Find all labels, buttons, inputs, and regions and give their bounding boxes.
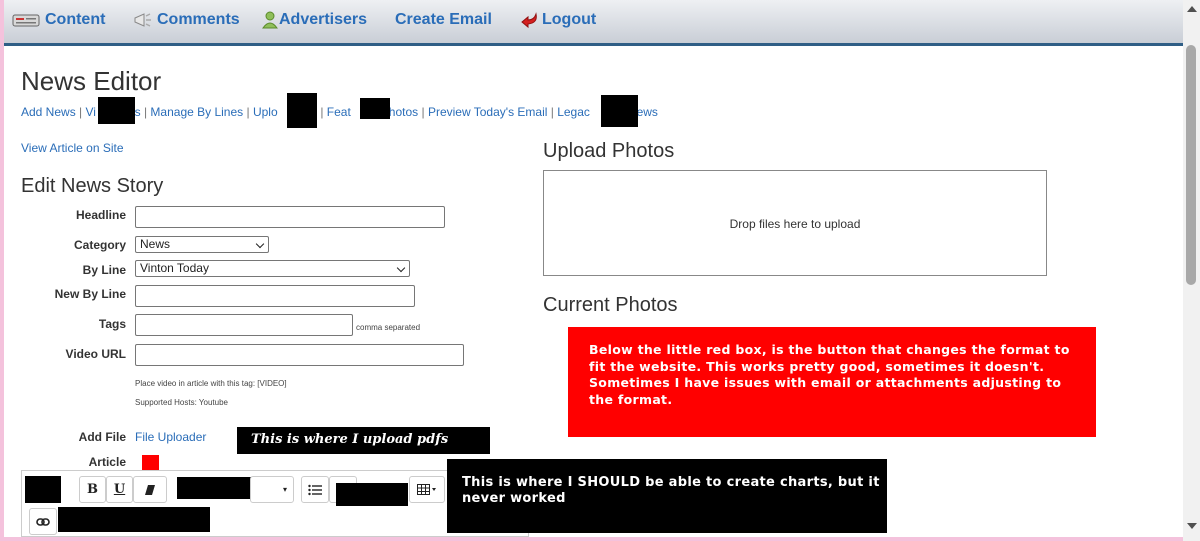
page-title: News Editor bbox=[21, 66, 162, 96]
video-hint-tag: Place video in article with this tag: [V… bbox=[135, 379, 287, 388]
byline-select[interactable]: Vinton Today bbox=[135, 260, 410, 277]
file-uploader-link[interactable]: File Uploader bbox=[135, 430, 206, 444]
view-article-link[interactable]: View Article on Site bbox=[21, 141, 124, 155]
nav-content[interactable]: Content bbox=[12, 10, 105, 30]
dropzone-text: Drop files here to upload bbox=[729, 217, 861, 231]
bold-button[interactable]: B bbox=[79, 476, 106, 503]
redaction-box bbox=[601, 95, 638, 127]
current-photos-heading: Current Photos bbox=[543, 294, 678, 316]
add-file-label: Add File bbox=[78, 430, 126, 444]
redaction-box bbox=[287, 93, 317, 128]
redaction-box bbox=[98, 97, 135, 124]
upload-photos-heading: Upload Photos bbox=[543, 140, 675, 162]
table-icon bbox=[417, 484, 436, 495]
caret-down-icon: ▾ bbox=[282, 484, 287, 494]
list-icon bbox=[308, 484, 322, 496]
photo-dropzone[interactable]: Drop files here to upload bbox=[543, 170, 1047, 276]
nav-comments[interactable]: Comments bbox=[132, 10, 240, 30]
edit-news-heading: Edit News Story bbox=[21, 175, 164, 197]
annotation-pdf-note: This is where I upload pdfs bbox=[237, 427, 490, 454]
annotation-red-text: Below the little red box, is the button … bbox=[589, 342, 1070, 407]
link-button[interactable] bbox=[29, 508, 57, 535]
page-scrollbar[interactable] bbox=[1183, 0, 1200, 541]
new-byline-input[interactable] bbox=[135, 285, 415, 307]
bullet-list-button[interactable] bbox=[301, 476, 329, 503]
browser-viewport: Content Comments Advertisers Create Emai… bbox=[4, 0, 1183, 537]
headline-label: Headline bbox=[75, 208, 126, 222]
annotation-charts-note: This is where I SHOULD be able to create… bbox=[447, 459, 887, 533]
nav-advertisers-label: Advertisers bbox=[279, 11, 368, 28]
category-select[interactable]: News bbox=[135, 236, 269, 253]
person-icon bbox=[262, 11, 278, 29]
nav-logout-label: Logout bbox=[542, 11, 597, 28]
chevron-down-icon bbox=[396, 263, 406, 273]
nav-advertisers[interactable]: Advertisers bbox=[262, 10, 367, 30]
video-url-input[interactable] bbox=[135, 344, 464, 366]
chevron-down-icon bbox=[255, 239, 265, 249]
scroll-up-arrow-icon[interactable] bbox=[1187, 6, 1197, 12]
redaction-box bbox=[360, 98, 390, 119]
nav-comments-label: Comments bbox=[157, 11, 240, 28]
nav-create-email-label: Create Email bbox=[395, 11, 492, 28]
redaction-box bbox=[58, 507, 210, 532]
category-label: Category bbox=[73, 238, 126, 252]
video-hint-hosts: Supported Hosts: Youtube bbox=[135, 398, 228, 407]
annotation-red-note: Below the little red box, is the button … bbox=[568, 327, 1096, 437]
scroll-thumb[interactable] bbox=[1186, 45, 1196, 285]
headline-input[interactable] bbox=[135, 206, 445, 228]
table-button[interactable] bbox=[409, 476, 445, 503]
eraser-icon bbox=[145, 485, 155, 495]
tags-label: Tags bbox=[98, 317, 126, 331]
scroll-down-arrow-icon[interactable] bbox=[1187, 523, 1197, 529]
top-nav: Content Comments Advertisers Create Emai… bbox=[4, 0, 1183, 46]
new-byline-label: New By Line bbox=[54, 287, 126, 301]
link-icon bbox=[36, 518, 50, 526]
link-preview-email[interactable]: Preview Today's Email bbox=[428, 105, 547, 119]
article-label: Article bbox=[88, 455, 126, 469]
byline-label: By Line bbox=[82, 263, 126, 277]
tags-input[interactable] bbox=[135, 314, 353, 336]
font-size-dropdown[interactable]: ▾ bbox=[250, 476, 294, 503]
logout-arrow-icon bbox=[520, 11, 540, 29]
megaphone-icon bbox=[132, 11, 154, 29]
redaction-box bbox=[25, 476, 61, 503]
underline-button[interactable]: U bbox=[106, 476, 133, 503]
video-url-label: Video URL bbox=[65, 347, 126, 361]
newspaper-icon bbox=[12, 11, 42, 29]
nav-create-email[interactable]: Create Email bbox=[395, 10, 492, 30]
category-value: News bbox=[140, 237, 171, 251]
link-manage-by-lines[interactable]: Manage By Lines bbox=[150, 105, 243, 119]
link-add-news[interactable]: Add News bbox=[21, 105, 76, 119]
tags-hint: comma separated bbox=[356, 323, 421, 332]
byline-value: Vinton Today bbox=[140, 261, 209, 275]
clear-format-button[interactable] bbox=[133, 476, 167, 503]
nav-content-label: Content bbox=[45, 11, 106, 28]
nav-logout[interactable]: Logout bbox=[520, 10, 596, 30]
redaction-box bbox=[336, 483, 408, 506]
